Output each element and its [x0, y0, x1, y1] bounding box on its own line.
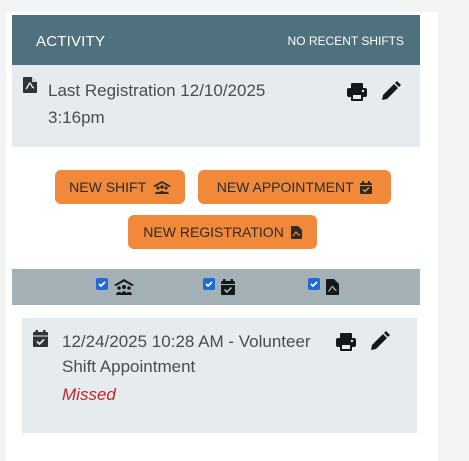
print-icon[interactable]	[347, 83, 367, 106]
people-roof-icon	[152, 181, 171, 194]
activity-header: ACTIVITY NO RECENT SHIFTS	[12, 15, 420, 65]
new-appointment-label: NEW APPOINTMENT	[216, 179, 354, 195]
appointment-status-missed: Missed	[62, 385, 116, 404]
filter-registrations[interactable]	[308, 277, 340, 298]
activity-filter-bar	[12, 269, 420, 305]
appointment-text: 12/24/2025 10:28 AM - Volunteer Shift Ap…	[62, 332, 311, 376]
last-registration-text: Last Registration 12/10/2025 3:16pm	[48, 81, 266, 127]
appointment-filter-checkbox[interactable]	[203, 277, 215, 290]
recent-shifts-status: NO RECENT SHIFTS	[287, 34, 404, 48]
edit-pencil-icon[interactable]	[370, 331, 390, 356]
new-registration-button[interactable]: NEW REGISTRATION	[128, 215, 317, 249]
new-shift-button[interactable]: NEW SHIFT	[55, 170, 185, 204]
file-document-icon	[23, 77, 37, 98]
last-registration-row: Last Registration 12/10/2025 3:16pm	[12, 65, 420, 147]
calendar-check-icon	[33, 330, 48, 352]
print-icon[interactable]	[336, 333, 356, 356]
file-document-icon	[290, 226, 302, 239]
file-document-icon	[326, 278, 340, 295]
people-roof-icon	[114, 278, 135, 295]
activity-title: ACTIVITY	[36, 33, 106, 50]
edit-pencil-icon[interactable]	[381, 81, 401, 106]
registration-filter-checkbox[interactable]	[308, 277, 320, 290]
shift-filter-checkbox[interactable]	[96, 277, 108, 290]
calendar-check-icon	[360, 181, 373, 194]
new-registration-label: NEW REGISTRATION	[143, 224, 284, 240]
filter-shifts[interactable]	[96, 277, 135, 298]
new-appointment-button[interactable]: NEW APPOINTMENT	[198, 170, 391, 204]
new-shift-label: NEW SHIFT	[69, 179, 146, 195]
calendar-check-icon	[221, 278, 236, 295]
filter-appointments[interactable]	[203, 277, 236, 298]
appointment-card: 12/24/2025 10:28 AM - Volunteer Shift Ap…	[22, 318, 417, 433]
